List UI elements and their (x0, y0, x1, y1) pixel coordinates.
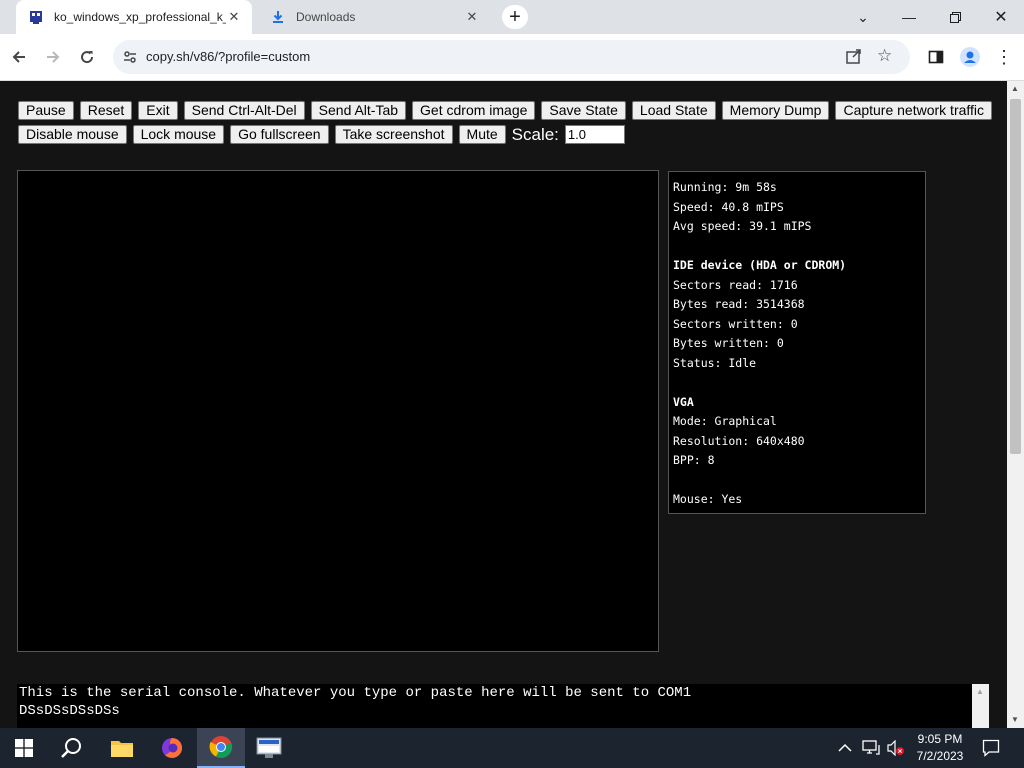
emulator-stats-panel: Running: 9m 58s Speed: 40.8 mIPS Avg speed… (668, 171, 926, 514)
tab-title: ko_windows_xp_professional_k_ (54, 10, 226, 24)
vga-mode: Mode: Graphical (673, 414, 777, 428)
chrome-taskbar-icon[interactable] (197, 728, 245, 768)
serial-console[interactable]: This is the serial console. Whatever you… (17, 684, 972, 728)
side-panel-icon[interactable] (922, 43, 950, 71)
mouse-status: Mouse: Yes (673, 492, 743, 506)
send-alt-tab-button[interactable]: Send Alt-Tab (310, 101, 407, 120)
capture-network-traffic-button[interactable]: Capture network traffic (835, 101, 993, 120)
scale-input[interactable] (564, 125, 625, 144)
scale-label: Scale: (511, 125, 559, 144)
restore-icon[interactable] (932, 0, 978, 34)
vga-resolution: Resolution: 640x480 (673, 433, 805, 448)
disable-mouse-button[interactable]: Disable mouse (18, 125, 127, 144)
profile-avatar-icon[interactable] (956, 43, 984, 71)
controls-row-1: Pause Reset Exit Send Ctrl-Alt-Del Send … (18, 101, 993, 120)
site-info-icon[interactable] (121, 48, 139, 66)
windows-taskbar: 9:05 PM 7/2/2023 (0, 728, 1024, 768)
serial-line: DSsDSsDSsDSs (19, 703, 120, 719)
avg-speed: Avg speed: 39.1 mIPS (673, 219, 812, 233)
tab-v86[interactable]: ko_windows_xp_professional_k_ ✕ (16, 0, 252, 34)
send-ctrl-alt-del-button[interactable]: Send Ctrl-Alt-Del (183, 101, 305, 120)
speed: Speed: 40.8 mIPS (673, 199, 784, 214)
new-tab-button[interactable]: + (502, 5, 528, 29)
tab-strip: ko_windows_xp_professional_k_ ✕ Download… (0, 0, 1024, 34)
file-explorer-icon[interactable] (98, 728, 146, 768)
tab-search-icon[interactable]: ⌄ (840, 0, 886, 34)
browser-toolbar: copy.sh/v86/?profile=custom ☆ ⋮ (0, 34, 1024, 81)
pause-button[interactable]: Pause (18, 101, 74, 120)
download-icon (270, 9, 286, 25)
mute-button[interactable]: Mute (458, 125, 506, 144)
page-scrollbar[interactable]: ▲ ▼ (1007, 81, 1024, 728)
bytes-read: Bytes read: 3514368 (673, 297, 805, 311)
go-fullscreen-button[interactable]: Go fullscreen (230, 125, 329, 144)
bookmark-star-icon[interactable]: ☆ (877, 46, 892, 66)
sectors-read: Sectors read: 1716 (673, 277, 798, 292)
page-content: Pause Reset Exit Send Ctrl-Alt-Del Send … (0, 81, 1007, 728)
lock-mouse-button[interactable]: Lock mouse (132, 125, 225, 144)
taskbar-clock[interactable]: 9:05 PM 7/2/2023 (905, 731, 975, 765)
windows-logo-icon (15, 739, 33, 757)
running-time: Running: 9m 58s (673, 180, 777, 194)
serial-line: This is the serial console. Whatever you… (19, 685, 692, 701)
v86-favicon-icon (28, 9, 44, 25)
scroll-up-arrow-icon[interactable]: ▲ (976, 687, 984, 696)
close-window-icon[interactable]: ✕ (978, 0, 1024, 34)
save-state-button[interactable]: Save State (541, 101, 626, 120)
scroll-up-arrow-icon[interactable]: ▲ (1011, 84, 1019, 93)
emulator-screen[interactable] (17, 170, 659, 652)
share-icon[interactable] (845, 47, 863, 70)
search-icon[interactable] (48, 728, 96, 768)
exit-button[interactable]: Exit (138, 101, 178, 120)
show-hidden-icons-icon[interactable] (838, 728, 852, 768)
sectors-written: Sectors written: 0 (673, 316, 798, 331)
tab-downloads[interactable]: Downloads ✕ (258, 0, 490, 34)
vga-header: VGA (673, 394, 694, 409)
close-tab-icon[interactable]: ✕ (464, 9, 480, 25)
menu-kebab-icon[interactable]: ⋮ (990, 43, 1018, 71)
bytes-written: Bytes written: 0 (673, 336, 784, 350)
get-cdrom-image-button[interactable]: Get cdrom image (412, 101, 536, 120)
ide-header: IDE device (HDA or CDROM) (673, 258, 847, 272)
address-bar[interactable]: copy.sh/v86/?profile=custom ☆ (113, 40, 910, 74)
reset-button[interactable]: Reset (79, 101, 133, 120)
forward-icon[interactable] (39, 43, 67, 71)
ide-status: Status: Idle (673, 355, 757, 370)
clock-date: 7/2/2023 (916, 749, 964, 763)
vga-bpp: BPP: 8 (673, 453, 715, 467)
close-tab-icon[interactable]: ✕ (226, 9, 242, 25)
volume-muted-icon[interactable] (886, 728, 906, 768)
load-state-button[interactable]: Load State (631, 101, 716, 120)
reload-icon[interactable] (73, 43, 101, 71)
serial-console-scrollbar[interactable]: ▲ (972, 684, 989, 728)
memory-dump-button[interactable]: Memory Dump (721, 101, 830, 120)
take-screenshot-button[interactable]: Take screenshot (334, 125, 453, 144)
network-icon[interactable] (862, 728, 880, 768)
url-text: copy.sh/v86/?profile=custom (146, 49, 311, 64)
clock-time: 9:05 PM (917, 732, 963, 746)
scroll-down-arrow-icon[interactable]: ▼ (1011, 715, 1019, 724)
start-button[interactable] (0, 728, 48, 768)
back-icon[interactable] (5, 43, 33, 71)
controls-row-2: Disable mouse Lock mouse Go fullscreen T… (18, 125, 625, 144)
tab-title: Downloads (296, 10, 356, 24)
notifications-icon[interactable] (982, 728, 1000, 768)
minimize-icon[interactable]: — (886, 0, 932, 34)
scrollbar-thumb[interactable] (1010, 99, 1021, 454)
firefox-icon[interactable] (148, 728, 196, 768)
network-app-icon[interactable] (245, 728, 293, 768)
